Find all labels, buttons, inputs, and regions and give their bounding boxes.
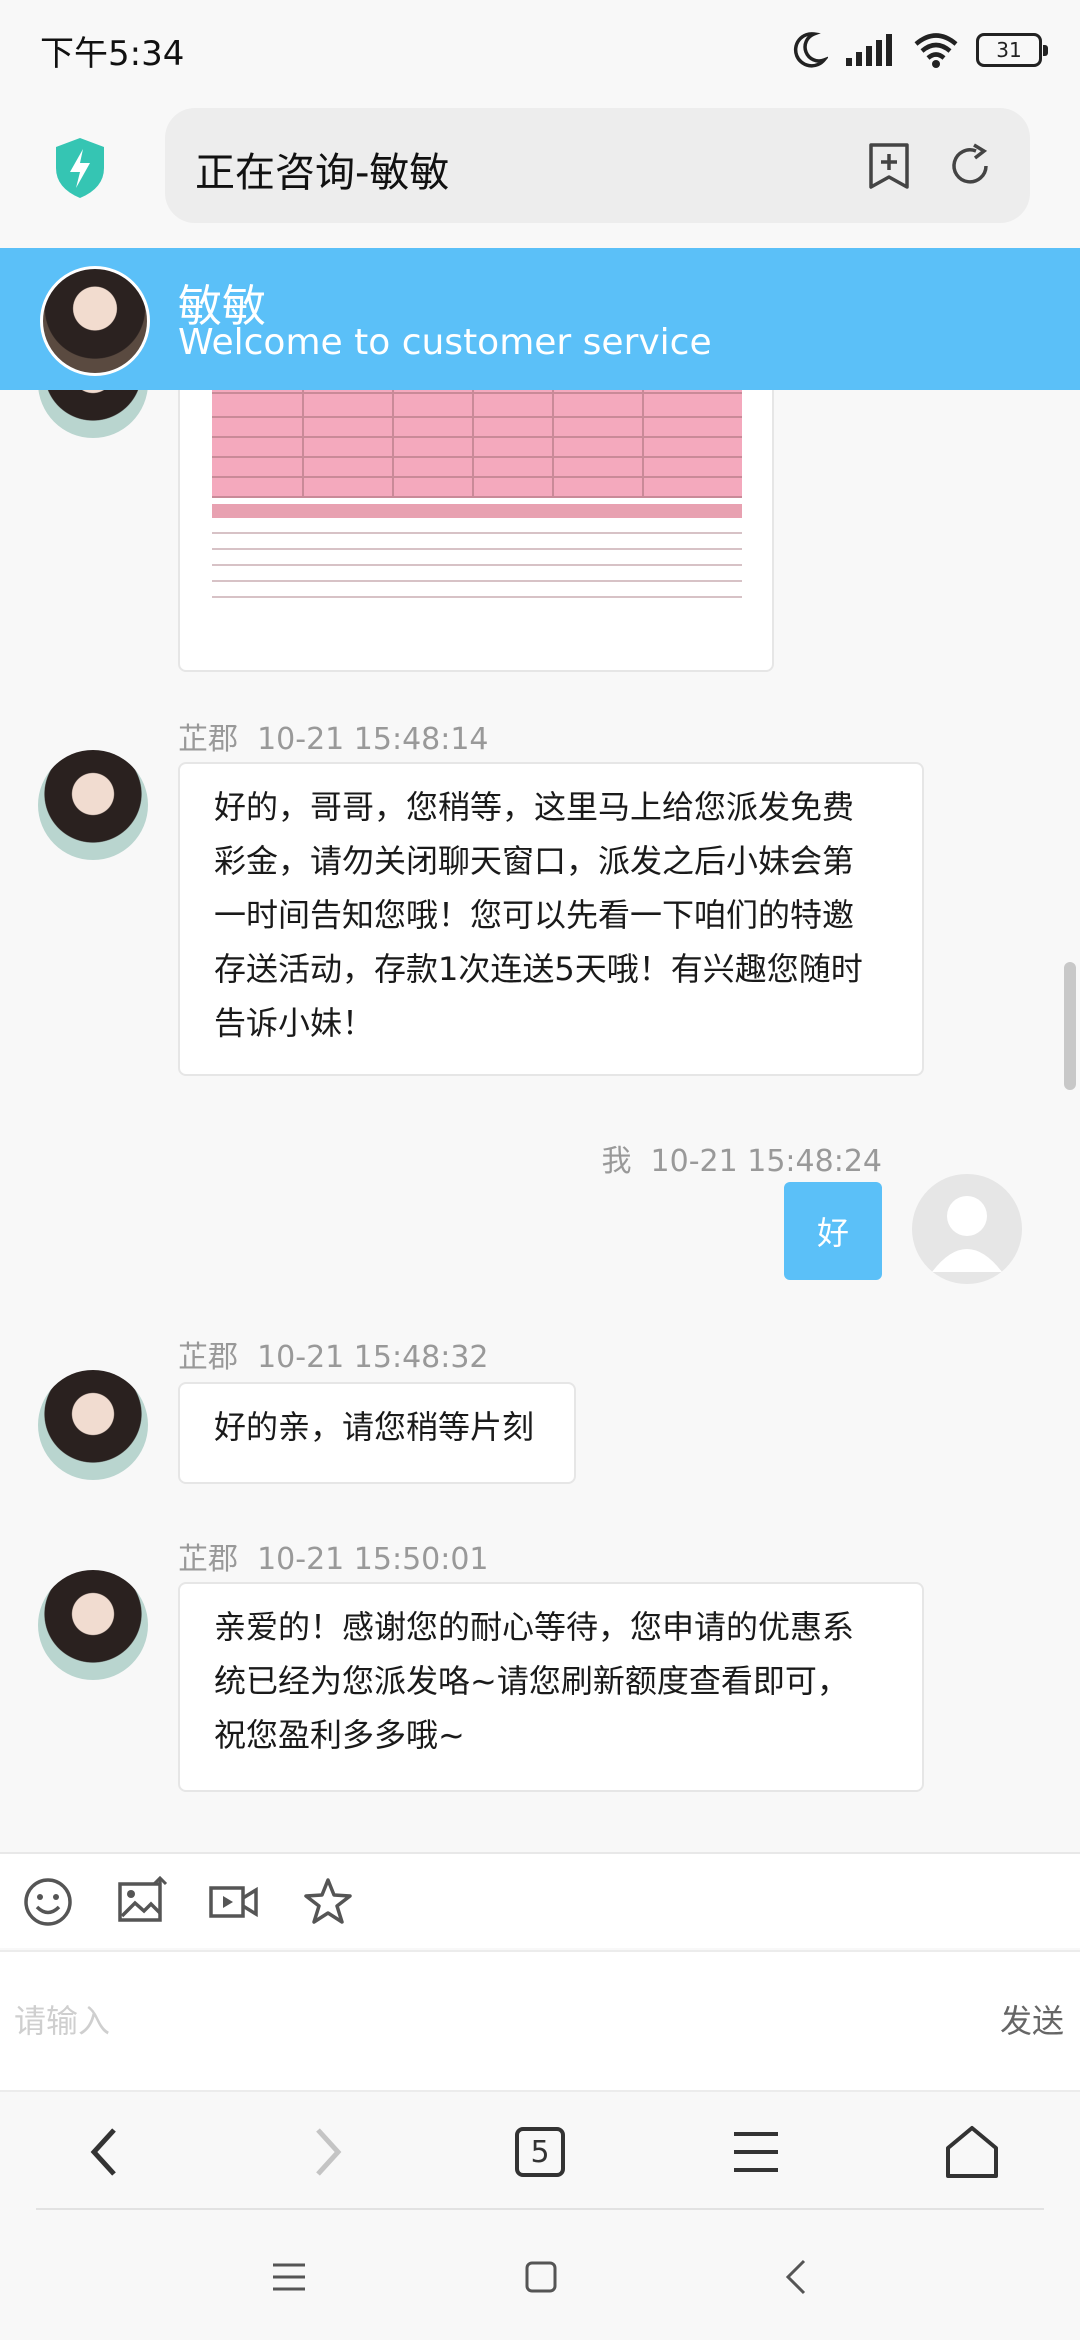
tab-count: 5 [515,2127,565,2177]
agent-message-avatar [38,750,148,860]
message-meta: 芷郡 10-21 15:48:32 [178,1332,489,1376]
message-line: 亲爱的！感谢您的耐心等待，您申请的优惠系 [214,1608,855,1646]
page-title: 正在咨询-敏敏 [195,150,450,196]
message-time: 10-21 15:48:24 [650,1144,882,1179]
system-nav-bar [0,2210,1080,2340]
message-text: 好 [816,1214,849,1252]
message-line: 统已经为您派发咯~请您刷新额度查看即可， [214,1662,849,1700]
image-upload-icon[interactable] [116,1876,168,1928]
user-silhouette-icon [932,1196,1002,1272]
signal-icon [846,34,892,66]
emoji-icon[interactable] [22,1876,74,1928]
battery-indicator: 31 [976,33,1048,67]
agent-subtitle: Welcome to customer service [178,322,712,363]
forward-button[interactable] [296,2120,360,2184]
promo-table-image [212,390,742,612]
message-meta: 芷郡 10-21 15:48:14 [178,714,489,758]
chat-messages[interactable]: 芷郡 10-21 15:48:14 好的，哥哥，您稍等，这里马上给您派发免费 彩… [0,390,1080,1852]
agent-message-avatar [38,1570,148,1680]
sender-name: 我 [601,1144,632,1179]
message-meta: 芷郡 10-21 15:50:01 [178,1534,489,1578]
chevron-right-icon [316,2128,342,2176]
message-meta: 我 10-21 15:48:24 [601,1136,882,1180]
sender-name: 芷郡 [178,722,238,757]
message-time: 10-21 15:50:01 [257,1542,489,1577]
send-button[interactable]: 发送 [1000,1996,1064,2042]
add-bookmark-icon[interactable] [866,142,912,190]
agent-message-bubble[interactable]: 好的亲，请您稍等片刻 [178,1382,576,1484]
menu-lines-icon [273,2263,305,2291]
system-home-button[interactable] [516,2252,566,2302]
agent-message-avatar [38,1370,148,1480]
message-line: 彩金，请勿关闭聊天窗口，派发之后小妹会第 [214,842,855,880]
message-time: 10-21 15:48:32 [257,1340,489,1375]
home-icon [946,2126,998,2178]
battery-level: 31 [996,38,1022,62]
message-line: 祝您盈利多多哦~ [214,1716,465,1754]
my-message-bubble[interactable]: 好 [784,1182,882,1280]
system-back-button[interactable] [770,2252,820,2302]
status-bar: 下午5:34 31 [0,0,1080,96]
back-arrow-icon [785,2259,806,2295]
message-input-row: 发送 [0,1950,1080,2090]
shield-bolt-icon[interactable] [52,136,108,200]
message-line: 告诉小妹！ [214,1004,375,1042]
agent-message-bubble[interactable]: 好的，哥哥，您稍等，这里马上给您派发免费 彩金，请勿关闭聊天窗口，派发之后小妹会… [178,762,924,1076]
status-time: 下午5:34 [40,34,185,74]
menu-button[interactable] [724,2120,788,2184]
input-tools-bar [0,1852,1080,1948]
message-time: 10-21 15:48:14 [257,722,489,757]
home-button[interactable] [940,2120,1004,2184]
image-message[interactable] [178,390,774,672]
hamburger-icon [734,2132,778,2172]
video-icon[interactable] [208,1876,260,1928]
message-text: 好的亲，请您稍等片刻 [214,1408,535,1446]
address-bar[interactable]: 正在咨询-敏敏 [165,108,1030,223]
browser-toolbar: 正在咨询-敏敏 [0,96,1080,248]
back-button[interactable] [72,2120,136,2184]
agent-message-avatar [38,390,148,438]
message-input[interactable] [14,1988,954,2054]
square-icon [525,2261,557,2293]
chevron-left-icon [90,2128,116,2176]
message-line: 一时间告知您哦！您可以先看一下咱们的特邀 [214,896,855,934]
recent-apps-button[interactable] [264,2252,314,2302]
moon-icon [793,32,828,68]
agent-avatar [40,266,150,376]
status-icons: 31 [792,28,1048,72]
star-icon[interactable] [302,1876,354,1928]
sender-name: 芷郡 [178,1340,238,1375]
browser-bottom-nav: 5 [0,2090,1080,2210]
wifi-icon [914,33,958,68]
message-line: 存送活动，存款1次连送5天哦！有兴趣您随时 [214,950,863,988]
sender-name: 芷郡 [178,1542,238,1577]
agent-message-bubble[interactable]: 亲爱的！感谢您的耐心等待，您申请的优惠系 统已经为您派发咯~请您刷新额度查看即可… [178,1582,924,1792]
chat-header: 敏敏 Welcome to customer service [0,248,1080,390]
tabs-button[interactable]: 5 [508,2120,572,2184]
reload-icon[interactable] [946,142,994,190]
message-line: 好的，哥哥，您稍等，这里马上给您派发免费 [214,788,855,826]
user-avatar [912,1174,1022,1284]
chat-scrollbar[interactable] [1064,962,1076,1090]
